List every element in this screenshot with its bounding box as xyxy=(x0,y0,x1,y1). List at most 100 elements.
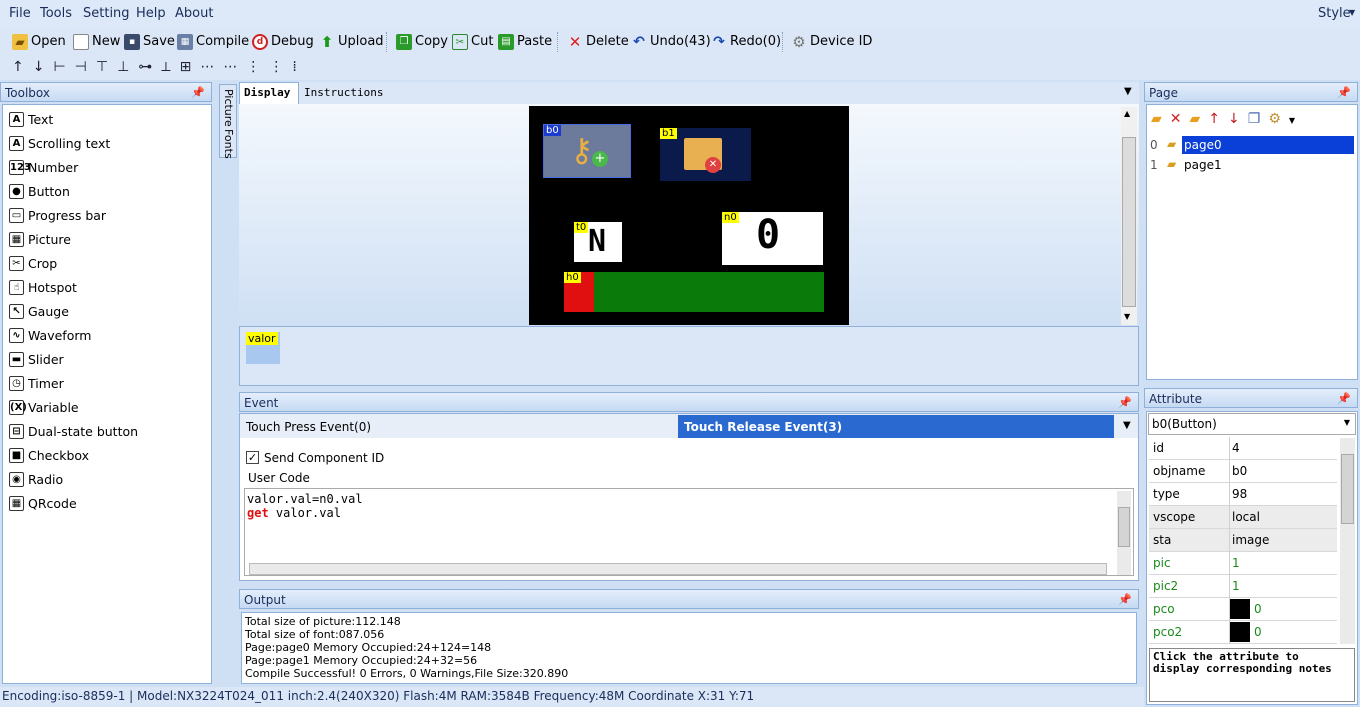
variable-valor[interactable]: valor xyxy=(246,332,280,364)
pin-icon[interactable]: 📌 xyxy=(191,86,205,99)
align-left-icon[interactable]: ⊢ xyxy=(53,59,74,75)
toolbox-item-number[interactable]: 123 Number xyxy=(9,160,78,175)
tab-display[interactable]: Display xyxy=(239,82,299,104)
page-up-icon[interactable]: ↑ xyxy=(1208,111,1228,127)
output-log[interactable]: Total size of picture:112.148 Total size … xyxy=(241,612,1137,684)
tab-instructions[interactable]: Instructions xyxy=(304,86,383,99)
toolbox-item-radio[interactable]: ◉ Radio xyxy=(9,472,63,487)
attribute-row-pic[interactable]: pic 1 xyxy=(1149,552,1337,575)
tab-picture[interactable]: Picture xyxy=(222,89,235,127)
toolbox-item-variable[interactable]: (X) Variable xyxy=(9,400,79,415)
center-vertical-icon[interactable]: ⟂ xyxy=(161,59,179,75)
button-b1[interactable]: b1 ✕ xyxy=(660,128,751,181)
toolbox-item-dual-state-button[interactable]: ⊟ Dual-state button xyxy=(9,424,138,439)
attribute-row-pco2[interactable]: pco2 0 xyxy=(1149,621,1337,644)
toolbox-item-text[interactable]: A Text xyxy=(9,112,53,127)
button-b0[interactable]: b0 ⚷ + xyxy=(543,124,631,178)
attribute-row-type[interactable]: type 98 xyxy=(1149,483,1337,506)
toolbox-item-progress-bar[interactable]: ▭ Progress bar xyxy=(9,208,106,223)
toolbox-item-timer[interactable]: ◷ Timer xyxy=(9,376,64,391)
tab-touch-press[interactable]: Touch Press Event(0) xyxy=(246,420,371,434)
color-swatch[interactable] xyxy=(1230,599,1250,619)
code-vscrollbar[interactable] xyxy=(1117,491,1131,575)
code-hscrollbar[interactable] xyxy=(249,563,1107,575)
move-down-icon[interactable]: ↓ xyxy=(33,59,54,75)
design-scrollbar[interactable]: ▲ ▼ xyxy=(1121,107,1137,325)
menu-help[interactable]: Help xyxy=(136,6,166,21)
open-button[interactable]: ▰ Open xyxy=(12,31,66,52)
color-swatch[interactable] xyxy=(1230,622,1250,642)
code-scroll-thumb[interactable] xyxy=(1118,507,1130,547)
page-more-icon[interactable]: ⚙ xyxy=(1268,111,1289,127)
attribute-row-pic2[interactable]: pic2 1 xyxy=(1149,575,1337,598)
save-button[interactable]: ▪ Save xyxy=(124,31,175,52)
code-editor[interactable]: valor.val=n0.val get valor.val xyxy=(244,488,1134,576)
add-page-icon[interactable]: ▰ xyxy=(1151,111,1170,127)
attribute-scroll-thumb[interactable] xyxy=(1341,454,1354,524)
same-size-icon[interactable]: ⊞ xyxy=(180,59,201,75)
toolbox-item-picture[interactable]: ▦ Picture xyxy=(9,232,71,247)
toolbox-item-gauge[interactable]: ↖ Gauge xyxy=(9,304,69,319)
page-down-icon[interactable]: ↓ xyxy=(1228,111,1248,127)
component-select[interactable]: b0(Button) ▼ xyxy=(1148,413,1356,435)
align-bottom-icon[interactable]: ⊥ xyxy=(117,59,138,75)
progress-h0[interactable]: h0 xyxy=(564,272,824,312)
menu-tools[interactable]: Tools xyxy=(40,6,72,21)
debug-button[interactable]: d Debug xyxy=(252,31,314,52)
align-top-icon[interactable]: ⊤ xyxy=(96,59,117,75)
attribute-row-sta[interactable]: sta image xyxy=(1149,529,1337,552)
attribute-row-objname[interactable]: objname b0 xyxy=(1149,460,1337,483)
distribute-vertical-icon[interactable]: ⋮ xyxy=(269,59,292,75)
toolbox-item-slider[interactable]: ▬ Slider xyxy=(9,352,64,367)
space-horizontal-icon[interactable]: ⋯ xyxy=(200,59,223,75)
space-vertical-icon[interactable]: ⋮ xyxy=(246,59,269,75)
cut-button[interactable]: ✂ Cut xyxy=(452,31,493,52)
distribute-horizontal-icon[interactable]: ⋯ xyxy=(223,59,246,75)
insert-page-icon[interactable]: ▰ xyxy=(1190,111,1209,127)
toolbox-item-qrcode[interactable]: ▦ QRcode xyxy=(9,496,77,511)
pin-icon[interactable]: 📌 xyxy=(1337,392,1351,405)
tab-touch-release[interactable]: Touch Release Event(3) xyxy=(678,415,1114,438)
redo-button[interactable]: ↷ Redo(0) xyxy=(711,31,781,52)
pin-icon[interactable]: 📌 xyxy=(1337,86,1351,99)
menu-setting[interactable]: Setting xyxy=(83,6,130,21)
page-menu-chevron-icon[interactable]: ▼ xyxy=(1289,116,1303,125)
move-up-icon[interactable]: ↑ xyxy=(12,59,33,75)
toolbox-item-checkbox[interactable]: ■ Checkbox xyxy=(9,448,89,463)
toolbox-item-crop[interactable]: ✂ Crop xyxy=(9,256,57,271)
paste-button[interactable]: ▤ Paste xyxy=(498,31,552,52)
select-chevron-icon[interactable]: ▼ xyxy=(1344,418,1350,427)
attribute-scrollbar[interactable] xyxy=(1340,438,1355,644)
send-id-checkbox[interactable]: ✓ xyxy=(246,451,259,464)
toolbox-item-scrolling-text[interactable]: A Scrolling text xyxy=(9,136,110,151)
delete-page-icon[interactable]: ✕ xyxy=(1170,111,1190,127)
toolbox-item-hotspot[interactable]: ☝ Hotspot xyxy=(9,280,77,295)
pin-icon[interactable]: 📌 xyxy=(1118,396,1132,409)
text-t0[interactable]: t0 N xyxy=(574,222,622,262)
pin-icon[interactable]: 📌 xyxy=(1118,593,1132,606)
scrollbar-thumb[interactable] xyxy=(1122,137,1136,307)
attribute-row-pco[interactable]: pco 0 xyxy=(1149,598,1337,621)
attribute-row-vscope[interactable]: vscope local xyxy=(1149,506,1337,529)
style-chevron-icon[interactable]: ▼ xyxy=(1349,8,1355,17)
undo-button[interactable]: ↶ Undo(43) xyxy=(631,31,711,52)
scroll-down-icon[interactable]: ▼ xyxy=(1124,312,1130,321)
menu-about[interactable]: About xyxy=(175,6,213,21)
distribute-grid-icon[interactable]: ⁞ xyxy=(292,59,305,75)
scroll-up-icon[interactable]: ▲ xyxy=(1124,109,1130,118)
delete-button[interactable]: ✕ Delete xyxy=(567,31,629,52)
copy-button[interactable]: ❐ Copy xyxy=(396,31,448,52)
page-item[interactable]: 1 ▰ page1 xyxy=(1147,155,1357,175)
copy-page-icon[interactable]: ❐ xyxy=(1248,111,1269,127)
toolbox-item-waveform[interactable]: ∿ Waveform xyxy=(9,328,91,343)
new-button[interactable]: New xyxy=(73,31,120,52)
upload-button[interactable]: ⬆ Upload xyxy=(319,31,384,52)
page-item[interactable]: 0 ▰ page0 xyxy=(1147,135,1357,155)
toolbox-item-button[interactable]: ● Button xyxy=(9,184,70,199)
align-right-icon[interactable]: ⊣ xyxy=(75,59,96,75)
display-dropdown-icon[interactable]: ▼ xyxy=(1124,86,1132,97)
menu-style[interactable]: Style xyxy=(1318,6,1351,21)
event-dropdown-icon[interactable]: ▼ xyxy=(1123,420,1131,431)
device-id-button[interactable]: ⚙ Device ID xyxy=(791,31,872,52)
center-horizontal-icon[interactable]: ⊶ xyxy=(138,59,161,75)
